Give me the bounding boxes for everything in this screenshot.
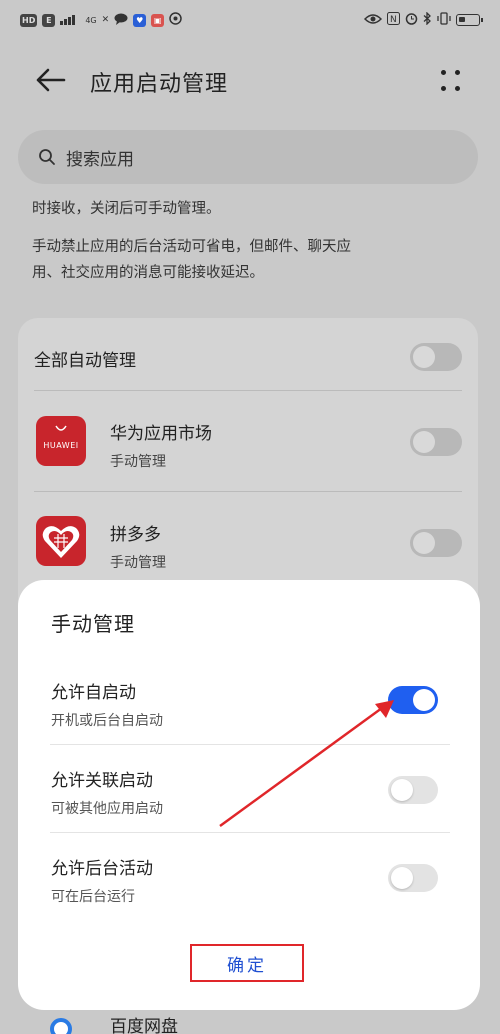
huawei-icon-text: HUAWEI: [43, 441, 79, 450]
peek-app-name: 百度网盘: [110, 1017, 178, 1034]
option-linked-start[interactable]: 允许关联启动 可被其他应用启动: [51, 766, 451, 826]
gift-app-icon: ▣: [151, 13, 165, 27]
app-toggle[interactable]: [410, 529, 462, 557]
more-dot-icon: [455, 86, 460, 91]
battery-icon: [456, 14, 483, 26]
description-line-1: 时接收，关闭后可手动管理。: [32, 201, 221, 217]
option-label: 允许后台活动: [51, 859, 153, 879]
app-name: 拼多多: [110, 525, 161, 545]
option-desc: 可被其他应用启动: [51, 801, 163, 817]
back-button[interactable]: [30, 62, 70, 98]
status-right: N: [363, 11, 483, 28]
all-auto-label: 全部自动管理: [34, 351, 136, 371]
app-toggle[interactable]: [410, 428, 462, 456]
notification-app-icon: ♥: [133, 13, 147, 27]
more-dot-icon: [441, 86, 446, 91]
e-badge: E: [42, 13, 56, 27]
more-dot-icon: [455, 70, 460, 75]
app-name: 华为应用市场: [110, 424, 212, 444]
option-label: 允许自启动: [51, 683, 136, 703]
all-auto-toggle[interactable]: [410, 343, 462, 371]
linked-start-toggle[interactable]: [388, 776, 438, 804]
all-auto-row[interactable]: 全部自动管理: [18, 318, 478, 390]
settings-dot-icon: [169, 12, 182, 28]
header: 应用启动管理: [0, 52, 500, 108]
eye-icon: [363, 13, 383, 28]
hd-badge: HD: [20, 13, 38, 27]
option-desc: 开机或后台自启动: [51, 713, 163, 729]
app-row-huawei[interactable]: HUAWEI 华为应用市场 手动管理: [18, 391, 478, 491]
alarm-icon: [405, 12, 418, 28]
huawei-appgallery-icon: HUAWEI: [36, 416, 86, 466]
pinduoduo-icon: [36, 516, 86, 566]
network-label: 4G: [85, 15, 97, 25]
bluetooth-icon: [423, 11, 432, 28]
nfc-icon: N: [387, 12, 400, 28]
page-title: 应用启动管理: [90, 72, 229, 97]
more-dot-icon: [441, 70, 446, 75]
option-background-activity[interactable]: 允许后台活动 可在后台运行: [51, 854, 451, 914]
status-left: HD E 4G ✕ ♥ ▣: [20, 12, 182, 28]
vibrate-icon: [437, 12, 451, 28]
search-icon: [39, 149, 55, 165]
more-options-button[interactable]: [438, 66, 464, 94]
manual-manage-dialog: 手动管理 允许自启动 开机或后台自启动 允许关联启动 可被其他应用启动 允许后台…: [18, 580, 480, 1010]
description-line-3: 用、社交应用的消息可能接收延迟。: [32, 265, 264, 281]
signal-icon: [60, 13, 80, 28]
confirm-button[interactable]: 确定: [190, 944, 304, 982]
baidu-netdisk-icon: [50, 1018, 72, 1034]
arrow-left-icon: [36, 68, 66, 92]
status-bar: HD E 4G ✕ ♥ ▣ N: [0, 0, 500, 40]
option-auto-start[interactable]: 允许自启动 开机或后台自启动: [51, 678, 451, 738]
app-mode: 手动管理: [110, 454, 166, 470]
no-signal-mark: ✕: [101, 15, 110, 25]
app-row-pinduoduo[interactable]: 拼多多 手动管理: [18, 492, 478, 592]
app-mode: 手动管理: [110, 555, 166, 571]
search-placeholder: 搜索应用: [66, 149, 134, 170]
dialog-title: 手动管理: [51, 612, 135, 636]
option-label: 允许关联启动: [51, 771, 153, 791]
search-input[interactable]: 搜索应用: [18, 130, 478, 184]
divider: [50, 744, 450, 745]
background-activity-toggle[interactable]: [388, 864, 438, 892]
svg-text:N: N: [390, 15, 397, 25]
auto-start-toggle[interactable]: [388, 686, 438, 714]
message-icon: [114, 13, 128, 28]
option-desc: 可在后台运行: [51, 889, 135, 905]
divider: [50, 832, 450, 833]
